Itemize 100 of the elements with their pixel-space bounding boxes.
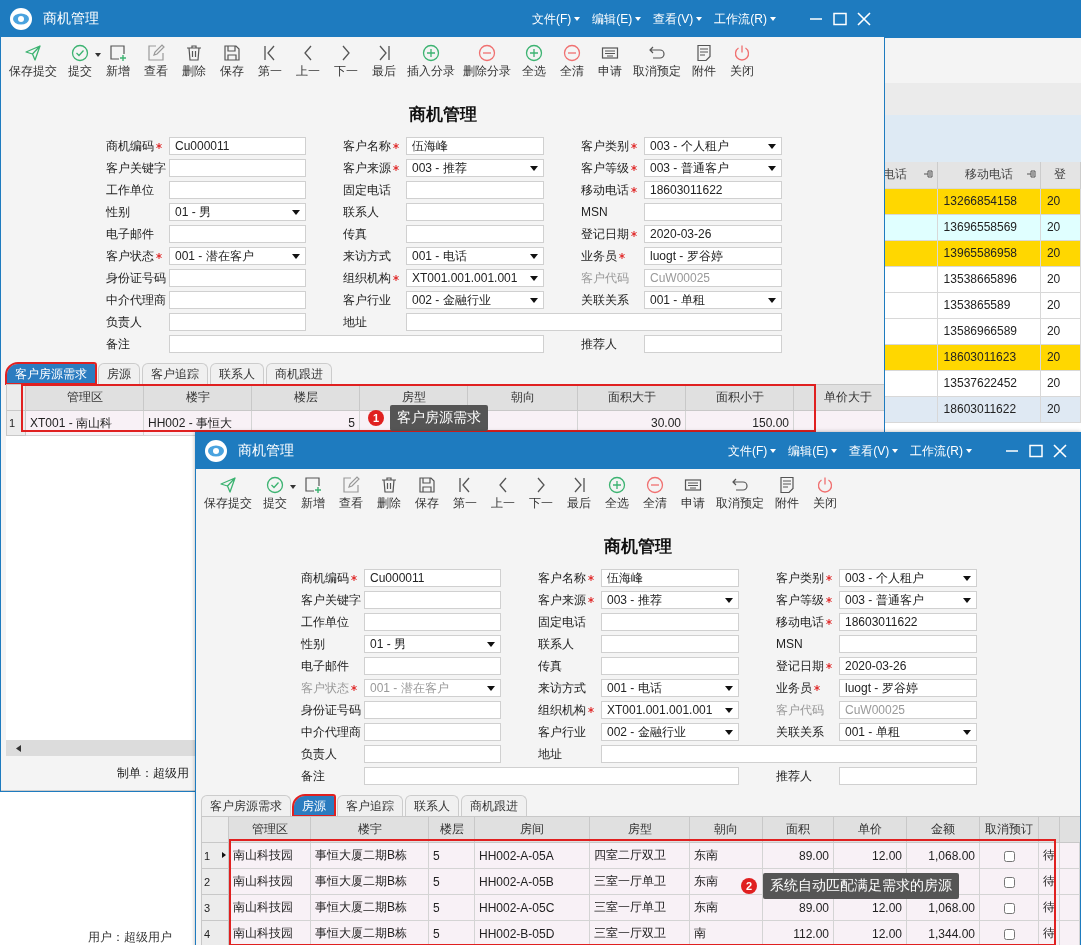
column-header[interactable]: 朝向 [714,822,738,836]
input-field[interactable] [169,269,306,287]
toolbar-button[interactable]: 上一 [289,43,327,85]
dropdown-field[interactable]: 003 - 个人租户 [644,137,782,155]
toolbar-button[interactable]: 第一 [446,475,484,517]
dropdown-field[interactable]: XT001.001.001.001 [601,701,739,719]
dropdown-field[interactable]: 001 - 潜在客户 [169,247,306,265]
menu-item[interactable]: 查看(V) [653,10,703,28]
toolbar-button[interactable]: 全清 [553,43,591,85]
toolbar-button[interactable]: 全清 [636,475,674,517]
tab[interactable]: 联系人 [405,795,459,816]
tab[interactable]: 联系人 [210,363,264,384]
column-header[interactable]: 楼宇 [185,390,210,404]
pin-icon[interactable] [922,170,933,178]
toolbar-button[interactable]: 下一 [522,475,560,517]
input-field[interactable] [364,701,501,719]
input-field[interactable]: luogt - 罗谷婷 [644,247,782,265]
column-header[interactable]: 房型 [627,822,652,836]
dropdown-field[interactable]: 003 - 个人租户 [839,569,977,587]
toolbar-button[interactable]: 取消预定 [712,475,768,517]
menu-item[interactable]: 工作流(R) [714,10,776,28]
pin-icon[interactable] [1025,170,1036,178]
menu-item[interactable]: 编辑(E) [788,442,838,460]
dropdown-field[interactable]: 01 - 男 [364,635,501,653]
toolbar-button[interactable]: 取消预定 [629,43,685,85]
input-field[interactable] [169,159,306,177]
toolbar-button[interactable]: 申请 [591,43,629,85]
toolbar-button[interactable]: 申请 [674,475,712,517]
column-header[interactable]: 管理区 [66,390,103,404]
column-header[interactable]: 楼层 [293,390,318,404]
input-field[interactable]: 2020-03-26 [644,225,782,243]
input-field[interactable] [364,613,501,631]
column-header[interactable]: 房间 [520,822,544,836]
menu-item[interactable]: 文件(F) [532,10,581,28]
table-row[interactable]: 1 南山科技园 事恒大厦二期B栋 5 HH002-A-05A 四室二厅双卫 东南 89.00 12.00 1,068.00 待 [201,842,1080,869]
checkbox[interactable] [1003,902,1015,914]
tab[interactable]: 客户房源需求 [6,363,96,384]
column-header[interactable]: 楼宇 [357,822,382,836]
dropdown-field[interactable]: 001 - 电话 [601,679,739,697]
input-field[interactable] [364,591,501,609]
toolbar-button[interactable]: 第一 [251,43,289,85]
menu-item[interactable]: 编辑(E) [592,10,642,28]
toolbar-button[interactable]: 保存 [408,475,446,517]
input-field[interactable] [601,745,977,763]
dropdown-field[interactable]: 003 - 推荐 [601,591,739,609]
input-field[interactable] [839,635,977,653]
input-field[interactable] [169,335,544,353]
input-field[interactable]: Cu000011 [169,137,306,155]
toolbar-button[interactable]: 新增 [294,475,332,517]
tab[interactable]: 商机跟进 [266,363,332,384]
input-field[interactable] [406,203,544,221]
input-field[interactable] [169,225,306,243]
dropdown-field[interactable]: 002 - 金融行业 [406,291,544,309]
input-field[interactable] [169,291,306,309]
tab[interactable]: 客户追踪 [337,795,403,816]
toolbar-button[interactable]: 查看 [137,43,175,85]
dropdown-field[interactable]: 003 - 普通客户 [839,591,977,609]
input-field[interactable] [601,657,739,675]
toolbar-button[interactable]: 最后 [560,475,598,517]
dropdown-field[interactable]: XT001.001.001.001 [406,269,544,287]
toolbar-button[interactable]: 下一 [327,43,365,85]
input-field[interactable] [601,613,739,631]
column-header[interactable]: 房型 [401,390,426,404]
tab[interactable]: 房源 [293,795,335,816]
toolbar-button[interactable]: 保存提交 [5,43,61,85]
toolbar-button[interactable]: 提交 [61,43,99,85]
input-field[interactable]: 2020-03-26 [839,657,977,675]
menu-item[interactable]: 查看(V) [849,442,899,460]
checkbox[interactable] [1003,876,1015,888]
input-field[interactable] [406,181,544,199]
input-field[interactable] [644,203,782,221]
dropdown-field[interactable]: 001 - 单租 [839,723,977,741]
input-field[interactable] [644,335,782,353]
dropdown-field[interactable]: 003 - 普通客户 [644,159,782,177]
checkbox[interactable] [1003,850,1015,862]
input-field[interactable]: 18603011622 [839,613,977,631]
toolbar-button[interactable]: 附件 [768,475,806,517]
input-field[interactable] [406,313,782,331]
toolbar-button[interactable]: 保存提交 [200,475,256,517]
input-field[interactable]: 18603011622 [644,181,782,199]
input-field[interactable]: 伍海峰 [601,569,739,587]
toolbar-button[interactable]: 删除 [175,43,213,85]
menu-item[interactable]: 工作流(R) [910,442,972,460]
input-field[interactable] [364,657,501,675]
toolbar-button[interactable]: 全选 [598,475,636,517]
dropdown-field[interactable]: 001 - 单租 [644,291,782,309]
dropdown-field[interactable]: 002 - 金融行业 [601,723,739,741]
tab[interactable]: 商机跟进 [461,795,527,816]
input-field[interactable] [601,635,739,653]
input-field[interactable] [364,745,501,763]
input-field[interactable]: Cu000011 [364,569,501,587]
toolbar-button[interactable]: 上一 [484,475,522,517]
column-header[interactable]: 面积 [786,822,810,836]
column-header[interactable]: 金额 [931,822,955,836]
toolbar-button[interactable]: 新增 [99,43,137,85]
toolbar-button[interactable]: 关闭 [723,43,761,85]
dropdown-field[interactable]: 01 - 男 [169,203,306,221]
checkbox[interactable] [1003,928,1015,940]
input-field[interactable] [169,181,306,199]
input-field[interactable] [169,313,306,331]
